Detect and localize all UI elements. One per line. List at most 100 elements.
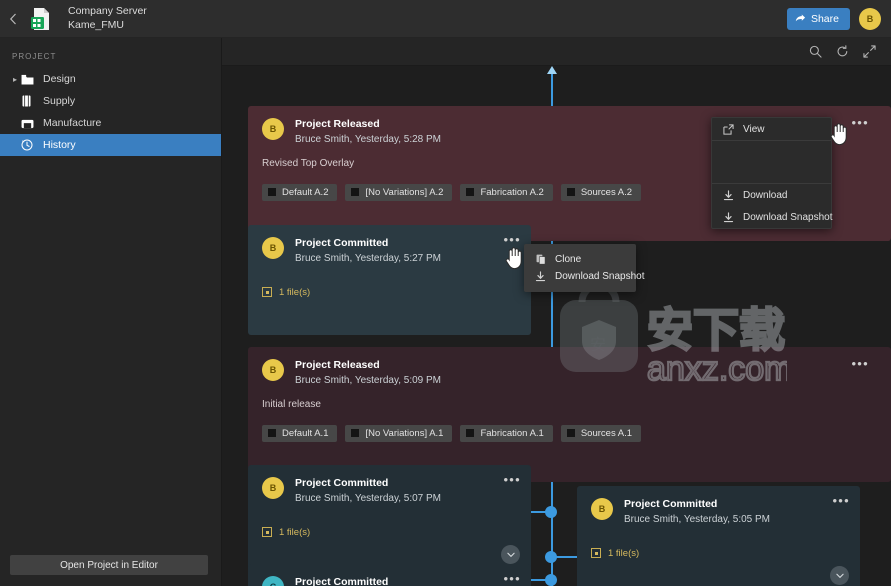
card-subtitle: Bruce Smith, Yesterday, 5:27 PM <box>295 252 442 264</box>
card-kebab-menu-button[interactable]: ••• <box>851 116 869 129</box>
card-kebab-menu-button[interactable]: ••• <box>832 494 850 507</box>
menu-item-clone[interactable]: Clone <box>524 251 636 268</box>
history-card-committed[interactable]: B Project Committed Bruce Smith, Yesterd… <box>248 225 531 335</box>
inbox-icon <box>21 118 41 129</box>
project-name: Kame_FMU <box>68 18 125 31</box>
history-card-committed[interactable]: B Project Committed Bruce Smith, Yesterd… <box>248 465 531 575</box>
card-subtitle: Bruce Smith, Yesterday, 5:07 PM <box>295 492 442 504</box>
chip-label: Fabrication A.2 <box>480 186 544 198</box>
file-count: 1 file(s) <box>248 527 531 538</box>
variant-chip[interactable]: Default A.1 <box>262 424 338 442</box>
chip-swatch-icon <box>466 429 475 438</box>
timeline-arrow-icon <box>547 66 557 74</box>
menu-item-label: Clone <box>555 254 582 265</box>
history-card-committed[interactable]: C Project Committed ••• <box>248 564 531 586</box>
avatar-initial: B <box>269 243 277 253</box>
back-button[interactable] <box>0 0 26 38</box>
card-kebab-menu-button[interactable]: ••• <box>503 572 521 585</box>
file-icon <box>591 548 601 559</box>
menu-item-download[interactable]: Download <box>712 184 831 206</box>
variant-chip[interactable]: Default A.2 <box>262 183 338 201</box>
card-note: Initial release <box>262 398 321 410</box>
user-avatar[interactable]: B <box>859 7 881 30</box>
chevron-right-icon: ▸ <box>12 74 17 84</box>
chip-label: [No Variations] A.2 <box>365 186 444 198</box>
file-count: 1 file(s) <box>248 287 531 298</box>
avatar: B <box>262 359 284 381</box>
avatar: B <box>262 118 284 140</box>
open-project-in-editor-button[interactable]: Open Project in Editor <box>10 555 208 575</box>
card-subtitle: Bruce Smith, Yesterday, 5:28 PM <box>295 133 442 145</box>
history-card-committed[interactable]: B Project Committed Bruce Smith, Yesterd… <box>577 486 860 586</box>
variant-chip[interactable]: Sources A.1 <box>560 424 642 442</box>
history-panel: B Project Released Bruce Smith, Yesterda… <box>222 38 891 586</box>
server-name: Company Server <box>68 5 147 18</box>
menu-item-download-snapshot[interactable]: Download Snapshot <box>712 206 833 228</box>
chip-label: Sources A.1 <box>580 427 633 439</box>
menu-item-label: View <box>743 123 765 135</box>
card-title: Project Committed <box>295 237 389 249</box>
clone-icon <box>535 254 546 265</box>
sidebar-item-label: Manufacture <box>43 117 102 129</box>
avatar: B <box>591 498 613 520</box>
refresh-icon[interactable] <box>835 44 850 59</box>
chevron-down-icon <box>835 573 844 578</box>
card-header: B Project Committed Bruce Smith, Yesterd… <box>577 486 860 526</box>
avatar: B <box>262 237 284 259</box>
file-icon <box>262 527 272 538</box>
file-count-label: 1 file(s) <box>279 286 311 298</box>
context-menu-released: View Download Download Snapshot <box>711 117 833 229</box>
chip-label: [No Variations] A.1 <box>365 427 444 439</box>
chip-label: Default A.2 <box>282 186 329 198</box>
variant-chip[interactable]: Fabrication A.1 <box>460 424 553 442</box>
share-arrow-icon <box>795 14 806 22</box>
column-icon <box>21 95 41 107</box>
content-toolbar <box>222 38 891 66</box>
card-expand-button[interactable] <box>830 566 849 585</box>
variant-chip[interactable]: [No Variations] A.2 <box>345 183 453 201</box>
expand-icon[interactable] <box>862 44 877 59</box>
variant-chip[interactable]: [No Variations] A.1 <box>345 424 453 442</box>
variant-chip[interactable]: Sources A.2 <box>560 183 642 201</box>
sidebar-item-history[interactable]: History <box>0 134 221 156</box>
card-expand-button[interactable] <box>501 545 520 564</box>
sidebar-section-label: PROJECT <box>12 52 57 61</box>
card-title: Project Released <box>295 359 380 371</box>
sidebar: PROJECT ▸ Design Supply Manufacture Hist… <box>0 38 222 586</box>
card-title: Project Released <box>295 118 380 130</box>
clock-icon <box>21 139 41 151</box>
card-header: B Project Committed Bruce Smith, Yesterd… <box>248 465 531 505</box>
project-title-block: Company Server Kame_FMU <box>68 5 147 32</box>
card-title: Project Committed <box>624 498 718 510</box>
sidebar-item-supply[interactable]: Supply <box>0 90 221 112</box>
card-kebab-menu-button[interactable]: ••• <box>503 233 521 246</box>
chip-swatch-icon <box>466 188 475 197</box>
external-link-icon <box>723 123 734 135</box>
card-kebab-menu-button[interactable]: ••• <box>851 357 869 370</box>
card-kebab-menu-button[interactable]: ••• <box>503 473 521 486</box>
file-icon <box>262 287 272 298</box>
sidebar-item-label: History <box>43 139 76 151</box>
avatar-initial: B <box>269 483 277 493</box>
search-icon[interactable] <box>808 44 823 59</box>
chevron-left-icon <box>9 13 16 24</box>
menu-item-view[interactable]: View <box>712 118 831 140</box>
variant-chip[interactable]: Fabrication A.2 <box>460 183 553 201</box>
history-card-released[interactable]: B Project Released Bruce Smith, Yesterda… <box>248 347 891 482</box>
sidebar-item-manufacture[interactable]: Manufacture <box>0 112 221 134</box>
sidebar-item-design[interactable]: ▸ Design <box>0 68 221 90</box>
app-root: Company Server Kame_FMU Share B PROJECT … <box>0 0 891 586</box>
chevron-down-icon <box>506 552 515 557</box>
project-file-icon <box>28 5 54 33</box>
card-header: C Project Committed <box>248 564 531 586</box>
menu-item-label: Download Snapshot <box>555 271 645 282</box>
card-title: Project Committed <box>295 576 389 586</box>
topbar-actions: Share B <box>786 7 891 30</box>
avatar: C <box>262 576 284 586</box>
top-bar: Company Server Kame_FMU Share B <box>0 0 891 38</box>
file-count: 1 file(s) <box>577 548 860 559</box>
avatar-initial: B <box>598 504 606 514</box>
menu-item-download-snapshot[interactable]: Download Snapshot <box>524 268 645 285</box>
share-button[interactable]: Share <box>786 7 850 30</box>
avatar: B <box>262 477 284 499</box>
